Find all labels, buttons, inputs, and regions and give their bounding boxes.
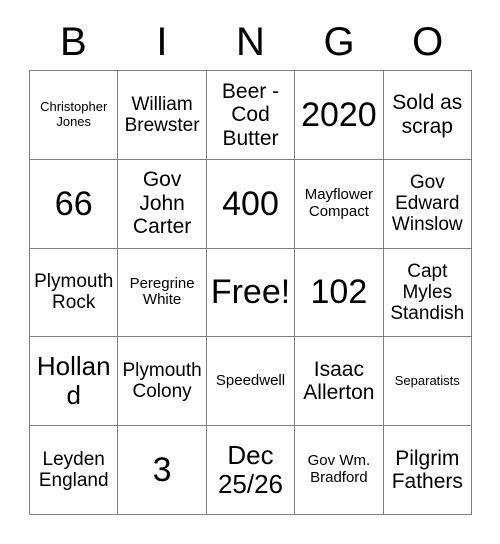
bingo-cell-label: 102	[310, 273, 368, 312]
bingo-card: B I N G O Christopher Jones William Brews…	[0, 0, 500, 544]
bingo-cell-label: Sold as scrap	[392, 91, 463, 138]
bingo-cell[interactable]: Gov Edward Winslow	[383, 159, 472, 249]
bingo-grid: Christopher Jones William Brewster Beer - …	[29, 70, 472, 515]
bingo-cell-label: Christopher Jones	[40, 99, 108, 129]
bingo-cell[interactable]: Capt Myles Standish	[383, 248, 472, 338]
bingo-cell[interactable]: Holland	[30, 337, 119, 427]
bingo-cell[interactable]: Separatists	[383, 337, 472, 427]
bingo-cell-label: Plymouth Rock	[34, 271, 114, 314]
bingo-cell-label: Gov Wm. Bradford	[307, 452, 371, 487]
bingo-cell-free-space[interactable]: Free!	[206, 248, 296, 338]
header-letter-g: G	[323, 20, 355, 64]
bingo-cell-label: Mayflower Compact	[304, 185, 374, 220]
bingo-cell[interactable]: Pilgrim Fathers	[383, 426, 472, 515]
header-letter-o: O	[412, 20, 444, 64]
bingo-cell[interactable]: 66	[30, 159, 119, 249]
bingo-cell-label: William Brewster	[124, 93, 200, 136]
bingo-cell-label: Isaac Allerton	[303, 357, 375, 405]
bingo-cell-label: 2020	[301, 95, 377, 134]
bingo-cell-label: Capt Myles Standish	[390, 260, 465, 325]
bingo-cell-label: Speedwell	[215, 371, 286, 389]
bingo-cell[interactable]: Gov John Carter	[118, 159, 207, 249]
bingo-cell-label: Plymouth Colony	[122, 360, 202, 403]
bingo-cell[interactable]: 400	[206, 159, 296, 249]
bingo-cell[interactable]: 2020	[295, 71, 384, 160]
bingo-cell[interactable]: Peregrine White	[118, 248, 207, 338]
bingo-cell-label: 66	[54, 184, 93, 223]
bingo-cell[interactable]: 102	[295, 248, 384, 338]
bingo-cell[interactable]: Beer - Cod Butter	[206, 71, 296, 160]
bingo-header: B I N G O	[29, 14, 472, 70]
bingo-cell[interactable]: Dec 25/26	[206, 426, 296, 515]
bingo-cell-label: Gov John Carter	[132, 168, 192, 239]
bingo-cell[interactable]: Leyden England	[30, 426, 119, 515]
bingo-cell[interactable]: Mayflower Compact	[295, 159, 384, 249]
bingo-cell-label: Peregrine White	[129, 274, 195, 309]
bingo-cell[interactable]: Speedwell	[206, 337, 296, 427]
header-letter-n: N	[236, 20, 265, 64]
bingo-cell-label: Dec 25/26	[217, 439, 284, 500]
header-letter-b: B	[59, 20, 87, 64]
bingo-cell[interactable]: Isaac Allerton	[295, 337, 384, 427]
bingo-cell-label: Separatists	[394, 373, 460, 389]
bingo-cell-label: Pilgrim Fathers	[391, 446, 463, 494]
bingo-cell[interactable]: Christopher Jones	[30, 71, 119, 160]
bingo-cell-label: Beer - Cod Butter	[221, 79, 280, 150]
bingo-cell-label: Gov Edward Winslow	[391, 171, 463, 236]
bingo-cell-label: Holland	[36, 351, 111, 411]
bingo-cell[interactable]: Gov Wm. Bradford	[295, 426, 384, 515]
bingo-cell-label: 400	[222, 184, 279, 223]
bingo-cell[interactable]: Sold as scrap	[383, 71, 472, 160]
bingo-cell[interactable]: Plymouth Rock	[30, 248, 119, 338]
bingo-cell[interactable]: 3	[118, 426, 207, 515]
bingo-cell[interactable]: Plymouth Colony	[118, 337, 207, 427]
header-letter-i: I	[156, 20, 168, 64]
bingo-cell-label: Leyden England	[38, 448, 109, 492]
bingo-cell[interactable]: William Brewster	[118, 71, 207, 160]
bingo-cell-label: 3	[152, 451, 172, 490]
bingo-cell-label: Free!	[210, 273, 291, 312]
